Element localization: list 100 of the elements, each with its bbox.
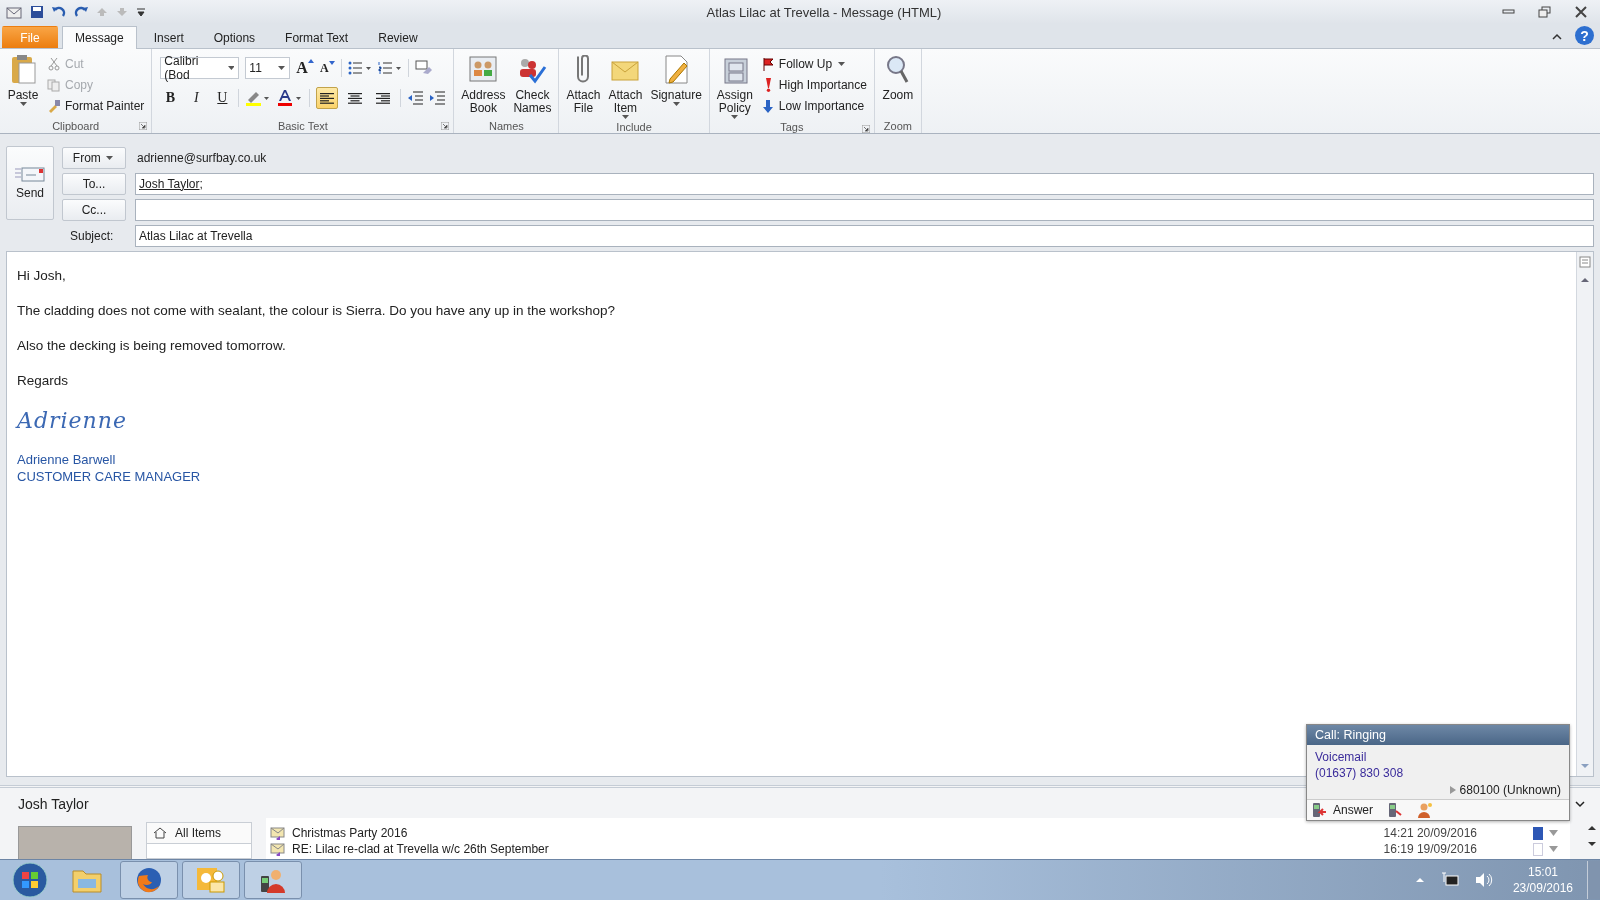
body-paragraph: The cladding does not come with sealant, the colour is Sierra. Do you have any up in the workshop? bbox=[17, 303, 617, 318]
collapse-ribbon-icon[interactable] bbox=[1551, 31, 1563, 41]
recipient-button[interactable]: Cc... bbox=[62, 198, 126, 221]
outlook-envelope-icon[interactable] bbox=[6, 5, 22, 19]
increase-indent-icon[interactable] bbox=[429, 91, 446, 105]
body-paragraph: Hi Josh, bbox=[17, 268, 67, 283]
numbered-list-icon[interactable] bbox=[377, 61, 402, 75]
decrease-indent-icon[interactable] bbox=[407, 91, 424, 105]
highlight-icon[interactable] bbox=[245, 90, 272, 106]
font-size-dropdown[interactable]: 11 bbox=[245, 57, 291, 79]
scroll-up-icon[interactable] bbox=[1587, 824, 1597, 832]
notification-title: Call: Ringing bbox=[1307, 725, 1569, 745]
save-icon[interactable] bbox=[30, 5, 44, 19]
customize-menu-icon[interactable] bbox=[136, 6, 146, 18]
from-button[interactable]: From bbox=[62, 146, 126, 169]
nav-item[interactable]: All Items bbox=[147, 823, 251, 844]
subject-field[interactable]: Atlas Lilac at Trevella bbox=[135, 224, 1594, 247]
mail-subject[interactable]: Christmas Party 2016 bbox=[292, 826, 1378, 840]
phone-arrow-icon bbox=[1311, 802, 1327, 818]
ribbon-button[interactable]: Low Importance bbox=[757, 97, 870, 115]
ribbon-button[interactable]: Attach Item bbox=[605, 51, 646, 121]
ribbon-button[interactable]: Format Painter bbox=[44, 97, 148, 115]
dialog-launcher-icon[interactable] bbox=[139, 122, 148, 130]
align-lines-icon bbox=[320, 92, 335, 104]
ribbon-button[interactable]: Assign Policy bbox=[713, 51, 756, 121]
recipient-field[interactable]: Josh Taylor; bbox=[135, 172, 1594, 195]
ribbon-button[interactable]: Follow Up bbox=[757, 55, 870, 73]
phone-redirect-icon[interactable] bbox=[1387, 802, 1403, 818]
caret-icon bbox=[227, 66, 235, 70]
ribbon-button[interactable]: Address Book bbox=[458, 51, 509, 117]
align-left-button[interactable] bbox=[316, 87, 339, 109]
dropdown-arrow-icon[interactable] bbox=[1549, 846, 1558, 852]
mail-reply-icon bbox=[270, 842, 286, 856]
bold-button[interactable]: B bbox=[160, 88, 181, 108]
caret-icon bbox=[278, 66, 286, 70]
caller-number[interactable]: (01637) 830 308 bbox=[1315, 765, 1561, 781]
scrollbar[interactable] bbox=[1576, 252, 1593, 776]
dialog-launcher-icon[interactable] bbox=[441, 122, 450, 130]
mail-date: 16:19 19/09/2016 bbox=[1383, 842, 1477, 856]
ribbon-button[interactable]: Attach File bbox=[563, 51, 604, 117]
start-button-icon[interactable] bbox=[12, 862, 48, 898]
underline-button[interactable]: U bbox=[212, 88, 233, 108]
ribbon-tab[interactable]: Options bbox=[200, 26, 269, 48]
send-button[interactable]: Send bbox=[6, 146, 54, 220]
align-lines-icon bbox=[376, 92, 391, 104]
redo-icon[interactable] bbox=[74, 5, 88, 19]
ribbon-button[interactable]: Paste bbox=[4, 51, 42, 108]
restore-icon[interactable] bbox=[1538, 6, 1552, 18]
caret-icon bbox=[19, 102, 27, 106]
down-arrow-icon bbox=[760, 99, 775, 113]
category-marker[interactable] bbox=[1533, 826, 1543, 840]
bullet-list-icon[interactable] bbox=[347, 61, 372, 75]
ribbon-button[interactable]: Check Names bbox=[510, 51, 555, 117]
taskbar-item[interactable] bbox=[182, 861, 240, 899]
group-label: Basic Text bbox=[277, 119, 328, 132]
flag-icon bbox=[760, 57, 775, 71]
up-triangle-icon bbox=[307, 59, 314, 63]
font-color-icon[interactable] bbox=[277, 90, 304, 106]
caller-name[interactable]: Voicemail bbox=[1315, 749, 1561, 765]
taskbar-item[interactable] bbox=[120, 861, 178, 899]
ribbon-tab[interactable]: Message bbox=[62, 26, 137, 49]
answer-button[interactable]: Answer bbox=[1311, 802, 1373, 818]
expand-chevron-icon[interactable] bbox=[1574, 800, 1586, 808]
ribbon-button[interactable]: Zoom bbox=[878, 51, 917, 104]
ribbon-tab[interactable]: Format Text bbox=[272, 26, 362, 48]
tray-arrow-icon[interactable] bbox=[1414, 876, 1425, 884]
group-label: Names bbox=[488, 119, 524, 132]
scissors-icon bbox=[47, 57, 61, 71]
dropdown-arrow-icon[interactable] bbox=[1549, 830, 1558, 836]
down-triangle-icon bbox=[328, 60, 335, 65]
network-icon[interactable] bbox=[1440, 872, 1459, 888]
ribbon-tab[interactable]: Insert bbox=[140, 26, 197, 48]
undo-icon[interactable] bbox=[52, 5, 66, 19]
recipient-button[interactable]: To... bbox=[62, 172, 126, 195]
shrink-font-button[interactable]: A bbox=[319, 60, 335, 76]
window-title: Atlas Lilac at Trevella - Message (HTML) bbox=[705, 4, 943, 20]
recipient-field[interactable] bbox=[135, 198, 1594, 221]
help-button[interactable]: ? bbox=[1575, 26, 1594, 45]
speaker-icon[interactable] bbox=[1474, 872, 1493, 888]
ribbon-button[interactable]: Signature bbox=[647, 51, 705, 108]
ribbon-tab[interactable]: Review bbox=[365, 26, 431, 48]
scroll-down-icon[interactable] bbox=[1587, 840, 1597, 848]
address-book-icon bbox=[467, 53, 500, 85]
subject-label: Subject: bbox=[69, 228, 115, 243]
close-icon[interactable] bbox=[1574, 6, 1588, 18]
folder-icon bbox=[72, 867, 102, 893]
copy-icon bbox=[47, 78, 61, 92]
paperclip-icon bbox=[577, 55, 590, 83]
caret-icon bbox=[838, 62, 846, 66]
minimize-icon[interactable] bbox=[1502, 6, 1516, 16]
italic-button[interactable]: I bbox=[186, 88, 207, 108]
dialog-launcher-icon[interactable] bbox=[861, 125, 870, 133]
ribbon-button[interactable]: High Importance bbox=[757, 76, 870, 94]
caret-icon bbox=[621, 115, 629, 119]
mail-subject[interactable]: RE: Lilac re-clad at Trevella w/c 26th September bbox=[292, 842, 1378, 856]
grow-font-button[interactable]: A bbox=[296, 59, 314, 77]
taskbar-item[interactable] bbox=[244, 861, 302, 899]
group-label: Clipboard bbox=[52, 119, 100, 132]
person-icon[interactable] bbox=[1417, 802, 1433, 818]
calendar-mail-icon bbox=[196, 866, 226, 894]
